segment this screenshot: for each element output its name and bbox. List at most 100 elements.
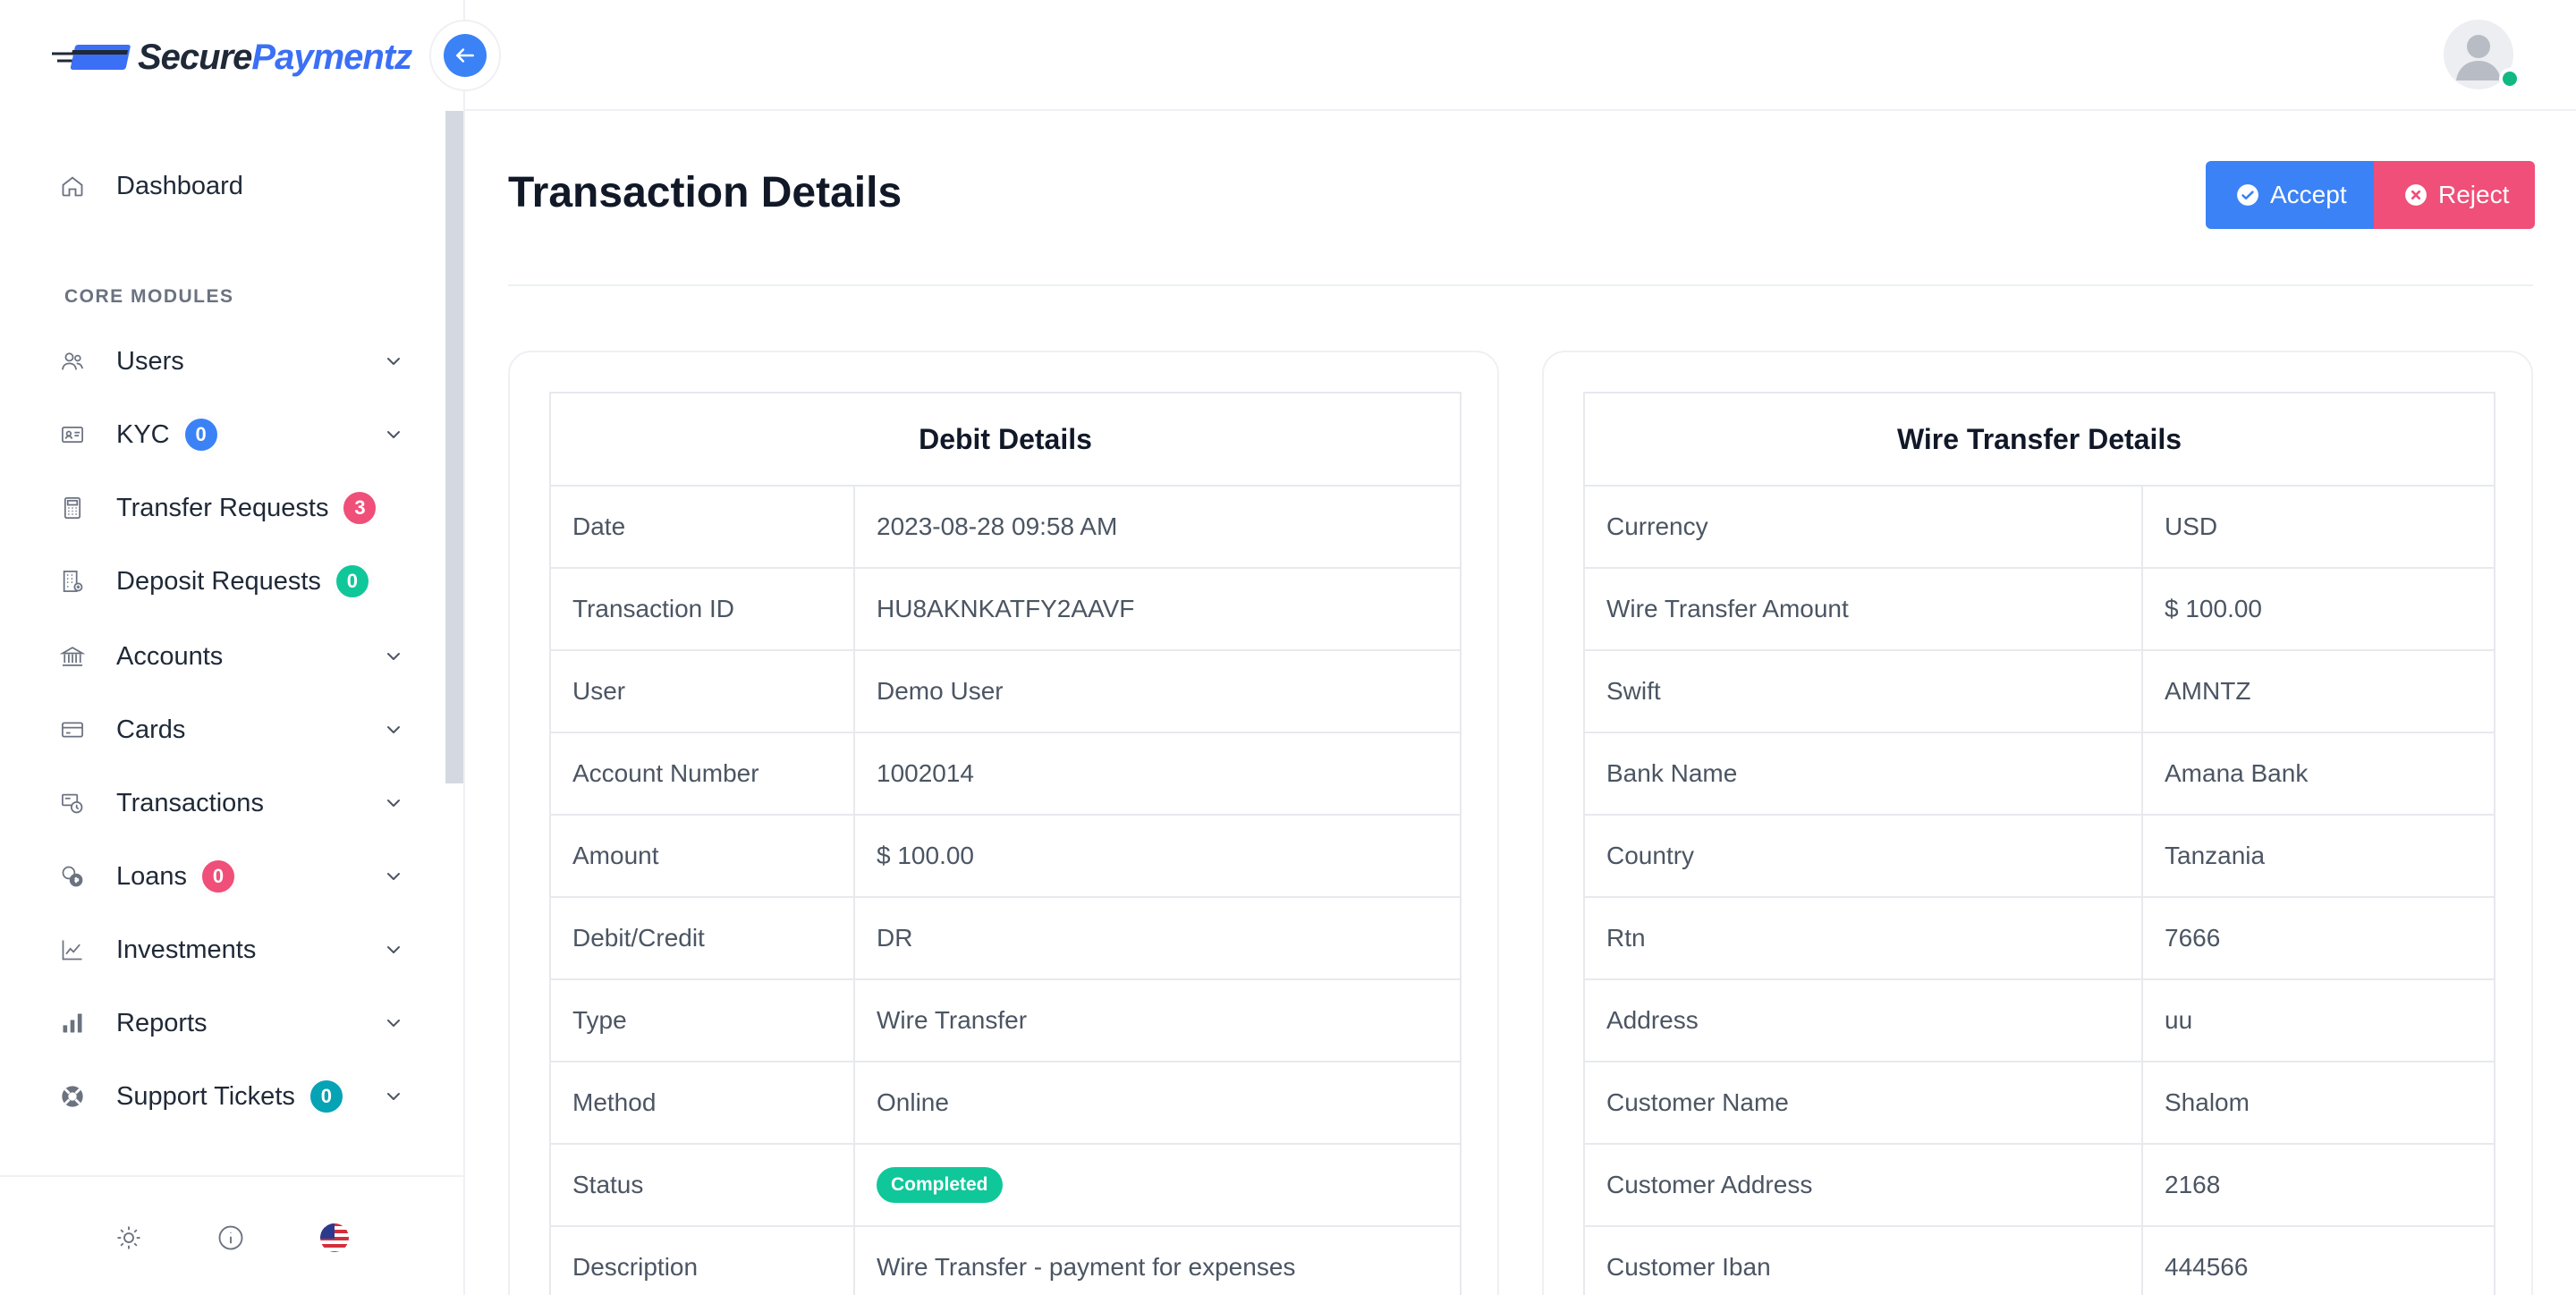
count-badge: 0 (333, 563, 371, 600)
sidebar-item-transactions[interactable]: Transactions (57, 776, 415, 830)
sidebar-item-users[interactable]: Users (57, 334, 415, 388)
brand-name: SecurePaymentz (138, 37, 412, 77)
sidebar-item-label: Deposit Requests (116, 566, 321, 596)
sidebar-item-deposit-requests[interactable]: Deposit Requests 0 (57, 554, 415, 608)
chevron-down-icon[interactable] (383, 646, 404, 667)
field-value: DR (853, 896, 1462, 980)
table-row: Customer Iban 444566 (1583, 1225, 2496, 1295)
field-label: Transaction ID (549, 567, 855, 651)
count-badge: 0 (199, 858, 238, 895)
sidebar-item-label: Transfer Requests (116, 493, 329, 522)
info-icon[interactable] (215, 1222, 247, 1254)
sidebar-scrollbar[interactable] (445, 111, 463, 1175)
chevron-down-icon[interactable] (383, 351, 404, 372)
sidebar-item-cards[interactable]: Cards (57, 703, 415, 757)
header-divider (508, 284, 2533, 286)
table-row: Wire Transfer Amount $ 100.00 (1583, 567, 2496, 651)
table-row: Type Wire Transfer (549, 978, 1462, 1062)
field-label: Wire Transfer Amount (1583, 567, 2143, 651)
table-row: Currency USD (1583, 485, 2496, 569)
sidebar-item-label: Dashboard (116, 171, 243, 200)
field-value-text: Tanzania (2165, 842, 2266, 869)
sidebar-collapse-button[interactable] (429, 20, 501, 91)
sidebar-item-kyc[interactable]: KYC 0 (57, 408, 415, 461)
field-value: Online (853, 1061, 1462, 1145)
reject-button[interactable]: Reject (2374, 161, 2535, 229)
lifebuoy-icon (57, 1081, 88, 1112)
accept-button[interactable]: Accept (2206, 161, 2374, 229)
sidebar-item-investments[interactable]: Investments (57, 923, 415, 977)
id-card-icon (57, 419, 88, 450)
field-value: uu (2141, 978, 2496, 1062)
table-row: Transaction ID HU8AKNKATFY2AAVF (549, 567, 1462, 651)
calculator-icon (57, 493, 88, 523)
sidebar-item-label: Users (116, 346, 184, 376)
sun-icon[interactable] (113, 1222, 145, 1254)
chevron-down-icon[interactable] (383, 792, 404, 814)
section-label: CORE MODULES (64, 286, 234, 307)
field-value-text: 444566 (2165, 1253, 2249, 1281)
coins-icon (57, 861, 88, 892)
table-row: Address uu (1583, 978, 2496, 1062)
field-value-text: Wire Transfer - payment for expenses (877, 1253, 1296, 1281)
bar-chart-icon (57, 1008, 88, 1038)
debit-details-table: Debit Details Date 2023-08-28 09:58 AM Tra… (549, 392, 1462, 1295)
table-row: Description Wire Transfer - payment for e… (549, 1225, 1462, 1295)
field-value-text: Amana Bank (2165, 759, 2309, 787)
field-value: Wire Transfer - payment for expenses (853, 1225, 1462, 1295)
main-content: Transaction Details Accept Reject Debit … (465, 111, 2576, 1295)
x-circle-icon (2404, 183, 2428, 207)
table-row: Date 2023-08-28 09:58 AM (549, 485, 1462, 569)
debit-details-card: Debit Details Date 2023-08-28 09:58 AM Tra… (508, 351, 1499, 1295)
field-label: Method (549, 1061, 855, 1145)
field-value-text: Demo User (877, 677, 1004, 705)
sidebar-item-reports[interactable]: Reports (57, 996, 415, 1050)
sidebar-item-label: Transactions (116, 788, 264, 817)
field-label: Currency (1583, 485, 2143, 569)
sidebar-item-loans[interactable]: Loans 0 (57, 850, 415, 903)
bank-icon (57, 641, 88, 672)
table-row: Customer Name Shalom (1583, 1061, 2496, 1145)
field-value-text: HU8AKNKATFY2AAVF (877, 595, 1135, 622)
sidebar-item-label: Loans (116, 861, 188, 891)
action-buttons: Accept Reject (2206, 161, 2535, 229)
field-label: Address (1583, 978, 2143, 1062)
chevron-down-icon[interactable] (383, 719, 404, 741)
field-label: Description (549, 1225, 855, 1295)
arrow-left-icon (456, 48, 474, 63)
field-value-text: 2023-08-28 09:58 AM (877, 512, 1118, 540)
field-value: Demo User (853, 649, 1462, 733)
wire-transfer-details-card: Wire Transfer Details Currency USD Wire Tr… (1542, 351, 2533, 1295)
chevron-down-icon[interactable] (383, 1012, 404, 1034)
scrollbar-thumb[interactable] (445, 111, 463, 783)
chevron-down-icon[interactable] (383, 424, 404, 445)
sidebar-item-transfer-requests[interactable]: Transfer Requests 3 (57, 481, 415, 535)
chevron-down-icon[interactable] (383, 866, 404, 887)
count-badge: 0 (182, 416, 220, 453)
field-value: 2023-08-28 09:58 AM (853, 485, 1462, 569)
field-value-text: 1002014 (877, 759, 975, 787)
wire-transfer-details-title: Wire Transfer Details (1583, 392, 2496, 487)
sidebar-item-label: Reports (116, 1008, 208, 1037)
field-label: User (549, 649, 855, 733)
us-flag-icon[interactable] (318, 1222, 351, 1254)
sidebar-item-dashboard[interactable]: Dashboard (57, 159, 415, 213)
field-value: Shalom (2141, 1061, 2496, 1145)
table-row: Account Number 1002014 (549, 732, 1462, 816)
chevron-down-icon[interactable] (383, 939, 404, 961)
field-value-text: DR (877, 924, 913, 952)
chevron-down-icon[interactable] (383, 1086, 404, 1107)
field-value: 444566 (2141, 1225, 2496, 1295)
status-badge: Completed (877, 1167, 1003, 1203)
field-value-text: 7666 (2165, 924, 2221, 952)
sidebar-item-accounts[interactable]: Accounts (57, 630, 415, 683)
field-value: HU8AKNKATFY2AAVF (853, 567, 1462, 651)
field-value-text: AMNTZ (2165, 677, 2251, 705)
field-label: Customer Address (1583, 1143, 2143, 1227)
sidebar-item-label: KYC (116, 419, 170, 449)
trend-icon (57, 935, 88, 965)
field-value: Wire Transfer (853, 978, 1462, 1062)
brand-logo[interactable]: SecurePaymentz (52, 32, 412, 82)
sidebar-item-support-tickets[interactable]: Support Tickets 0 (57, 1070, 415, 1123)
field-value: Amana Bank (2141, 732, 2496, 816)
